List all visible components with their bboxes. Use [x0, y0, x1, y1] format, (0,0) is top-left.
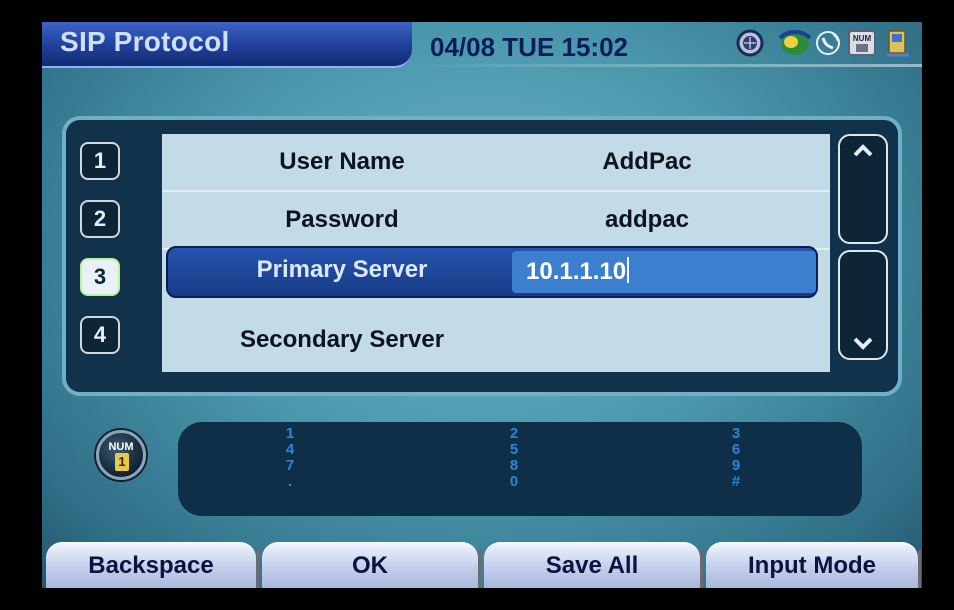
key-label: 9 [731, 457, 741, 474]
softkey-bar: Backspace OK Save All Input Mode [42, 542, 922, 588]
key-label: 4 [285, 441, 295, 458]
input-mode-value: 1 [115, 453, 129, 471]
globe-icon [734, 28, 766, 58]
key-label: . [287, 473, 293, 490]
chevron-down-icon [853, 337, 873, 350]
scroll-up-button[interactable] [838, 134, 888, 244]
save-all-button[interactable]: Save All [484, 542, 703, 588]
key-label: 7 [285, 457, 295, 474]
secondary-server-label: Secondary Server [239, 326, 445, 353]
key-label: # [731, 473, 741, 490]
title-tab: SIP Protocol [42, 22, 412, 68]
key-label: 5 [509, 441, 519, 458]
keypad-column-1: 1 4 7 . [280, 426, 300, 490]
phone-icon [812, 28, 844, 58]
primary-server-input-value: 10.1.1.10 [526, 258, 627, 285]
computer-icon [882, 28, 914, 58]
date-time: 04/08 TUE 15:02 [430, 32, 629, 62]
password-value: addpac [604, 206, 690, 233]
input-mode-badge[interactable]: NUM 1 [96, 430, 146, 480]
row-number-1-button[interactable]: 1 [80, 142, 120, 180]
sip-protocol-screen: SIP Protocol 04/08 TUE 15:02 NUM 1 2 3 4… [42, 22, 922, 588]
list-item-user-name[interactable]: User Name AddPac [162, 134, 830, 192]
header-divider [402, 64, 922, 67]
backspace-button[interactable]: Backspace [46, 542, 259, 588]
ok-button[interactable]: OK [262, 542, 481, 588]
settings-panel: 1 2 3 4 User Name AddPac Password addpac… [62, 116, 902, 396]
scroll-down-button[interactable] [838, 250, 888, 360]
input-mode-label: NUM [108, 441, 134, 453]
num-keyboard-icon: NUM [846, 28, 878, 58]
password-label: Password [285, 206, 399, 233]
primary-server-label: Primary Server [256, 256, 428, 283]
row-number-4-button[interactable]: 4 [80, 316, 120, 354]
key-label: 0 [509, 473, 519, 490]
row-number-3-button[interactable]: 3 [80, 258, 120, 296]
user-name-label: User Name [279, 148, 405, 175]
row-number-2-button[interactable]: 2 [80, 200, 120, 238]
key-label: 1 [285, 425, 295, 442]
page-title: SIP Protocol [60, 26, 230, 57]
input-mode-button[interactable]: Input Mode [706, 542, 921, 588]
svg-text:NUM: NUM [853, 34, 872, 43]
keypad-hint: 1 4 7 . 2 5 8 0 3 6 9 # [178, 422, 862, 516]
network-icon [776, 28, 814, 58]
chevron-up-icon [853, 144, 873, 157]
list-item-secondary-server[interactable]: Secondary Server [162, 312, 830, 370]
user-name-value: AddPac [602, 148, 692, 175]
key-label: 2 [509, 425, 519, 442]
key-label: 6 [731, 441, 741, 458]
list-item-password[interactable]: Password addpac [162, 192, 830, 250]
keypad-column-2: 2 5 8 0 [504, 426, 524, 490]
text-caret [627, 257, 630, 283]
key-label: 3 [731, 425, 741, 442]
primary-server-input[interactable]: 10.1.1.10 [512, 251, 816, 293]
key-label: 8 [509, 457, 519, 474]
keypad-column-3: 3 6 9 # [726, 426, 746, 490]
